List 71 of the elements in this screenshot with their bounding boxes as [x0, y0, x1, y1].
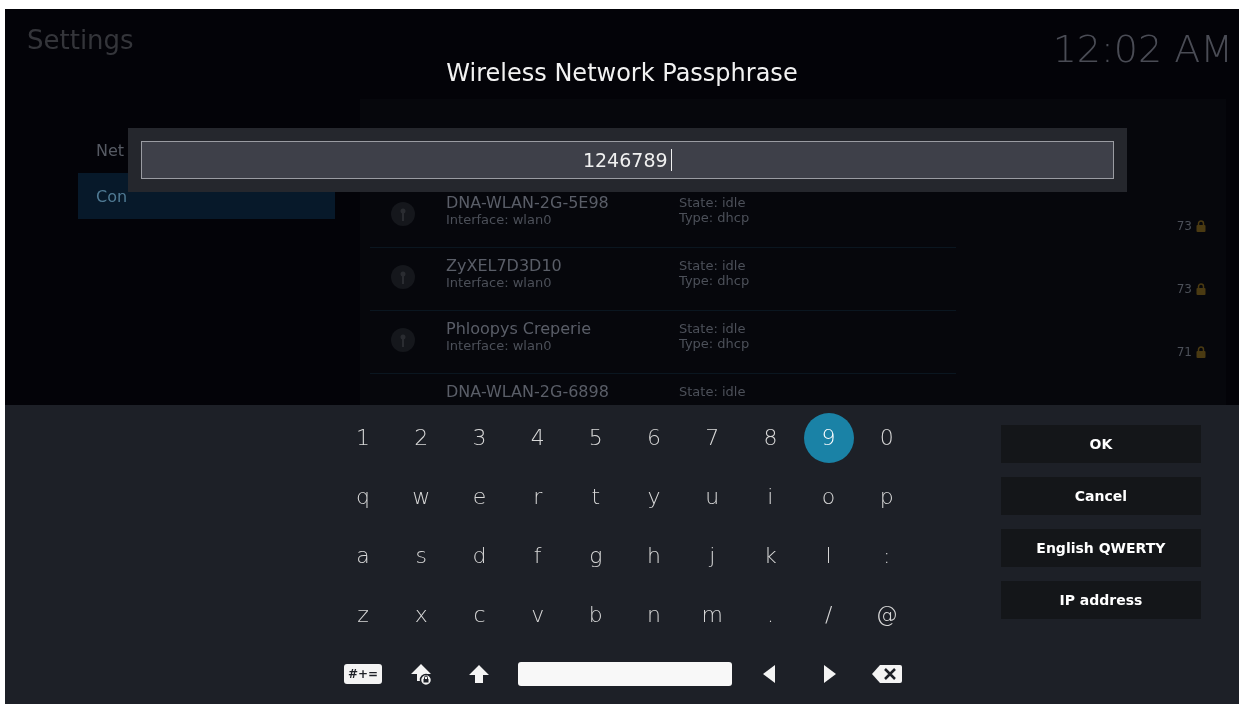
keyboard-key[interactable]: m — [687, 589, 738, 640]
state-text: State: idle — [679, 258, 747, 273]
type-text: Type: dhcp — [679, 336, 751, 351]
keyboard-key[interactable]: t — [570, 471, 621, 522]
keyboard-key[interactable]: b — [570, 589, 621, 640]
keyboard-key[interactable]: l — [803, 530, 854, 581]
keyboard-key[interactable]: p — [861, 471, 912, 522]
interface-text: Interface: wlan0 — [446, 338, 553, 353]
signal-strength: 71 — [1176, 345, 1192, 359]
keyboard-key[interactable]: @ — [861, 589, 912, 640]
keyboard-key[interactable]: z — [338, 589, 389, 640]
dialog-button[interactable]: Cancel — [1000, 477, 1201, 515]
keyboard-key[interactable]: k — [745, 530, 796, 581]
keyboard-key[interactable]: h — [629, 530, 680, 581]
keyboard-key[interactable]: i — [745, 471, 796, 522]
keyboard-key[interactable]: 1 — [338, 412, 389, 463]
state-text: State: idle — [679, 321, 747, 336]
keyboard-key[interactable]: 4 — [512, 412, 563, 463]
network-name: ZyXEL7D3D10 — [446, 256, 563, 275]
antenna-icon — [390, 264, 416, 290]
keyboard-key[interactable]: c — [454, 589, 505, 640]
keyboard-key[interactable]: n — [629, 589, 680, 640]
dialog-button[interactable]: OK — [1000, 425, 1201, 463]
network-name: Phloopys Creperie — [446, 319, 592, 338]
network-name: DNA-WLAN-2G-5E98 — [446, 193, 610, 212]
keyboard-key[interactable]: 3 — [454, 412, 505, 463]
keyboard-key[interactable]: a — [338, 530, 389, 581]
keyboard-key[interactable]: . — [745, 589, 796, 640]
interface-text: Interface: wlan0 — [446, 275, 553, 290]
keyboard-key[interactable]: 7 — [687, 412, 738, 463]
keyboard-key[interactable]: o — [803, 471, 854, 522]
type-text: Type: dhcp — [679, 273, 751, 288]
symbols-key[interactable]: #+= — [344, 663, 383, 684]
clock: 12:02 AM — [1052, 27, 1233, 71]
type-text: Type: dhcp — [679, 210, 751, 225]
interface-text: Interface: wlan0 — [446, 212, 553, 227]
keyboard-key[interactable]: 0 — [861, 412, 912, 463]
keyboard-key[interactable]: r — [512, 471, 563, 522]
network-name: DNA-WLAN-2G-6898 — [446, 382, 610, 401]
keyboard-key[interactable]: j — [687, 530, 738, 581]
keyboard-key[interactable]: y — [629, 471, 680, 522]
keyboard-key[interactable]: w — [396, 471, 447, 522]
text-cursor — [670, 149, 673, 171]
signal-strength: 73 — [1176, 219, 1192, 233]
keyboard-key[interactable]: v — [512, 589, 563, 640]
keyboard-key[interactable]: 2 — [396, 412, 447, 463]
keyboard-key[interactable]: 8 — [745, 412, 796, 463]
keyboard-key[interactable]: g — [570, 530, 621, 581]
keyboard-key[interactable]: e — [454, 471, 505, 522]
state-text: State: idle — [679, 384, 747, 399]
keyboard-key[interactable]: d — [454, 530, 505, 581]
keyboard-key[interactable]: x — [396, 589, 447, 640]
keyboard-key[interactable]: u — [687, 471, 738, 522]
keyboard-key[interactable]: 9 — [803, 412, 854, 463]
keyboard-key[interactable]: 6 — [629, 412, 680, 463]
passphrase-field[interactable]: 1246789 — [141, 141, 1114, 179]
signal-strength: 73 — [1176, 282, 1192, 296]
antenna-icon — [390, 327, 416, 353]
keyboard-key[interactable]: s — [396, 530, 447, 581]
space-key[interactable] — [517, 661, 732, 686]
keyboard-key[interactable]: : — [861, 530, 912, 581]
dialog-button[interactable]: English QWERTY — [1000, 529, 1201, 567]
keyboard-key[interactable]: q — [338, 471, 389, 522]
keyboard-key[interactable]: / — [803, 589, 854, 640]
dialog-title: Wireless Network Passphrase — [446, 59, 798, 87]
keyboard-key[interactable]: 5 — [570, 412, 621, 463]
antenna-icon — [390, 201, 416, 227]
keyboard-key[interactable]: f — [512, 530, 563, 581]
dialog-button[interactable]: IP address — [1000, 581, 1201, 619]
caps-lock-icon[interactable] — [409, 661, 434, 686]
state-text: State: idle — [679, 195, 747, 210]
